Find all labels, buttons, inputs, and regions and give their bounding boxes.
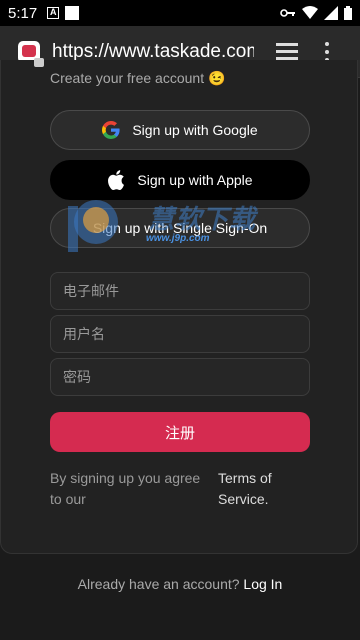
- battery-icon: [344, 6, 352, 20]
- apple-signup-button[interactable]: Sign up with Apple: [50, 160, 310, 200]
- login-prompt: Already have an account? Log In: [0, 576, 360, 592]
- overflow-menu-icon[interactable]: [324, 41, 330, 62]
- password-placeholder: 密码: [63, 369, 91, 385]
- wifi-icon: [302, 6, 318, 19]
- watermark-domain: www.j9p.com: [146, 233, 210, 244]
- register-button[interactable]: 注册: [50, 412, 310, 452]
- notification-square-icon: [65, 6, 80, 20]
- signup-subtitle: Create your free account 😉: [50, 70, 226, 86]
- username-field[interactable]: 用户名: [50, 315, 310, 353]
- status-bar: 5:17 A: [0, 0, 360, 26]
- google-signup-label: Sign up with Google: [132, 122, 258, 138]
- watermark-text: 慧软下载: [148, 204, 257, 234]
- google-signup-button[interactable]: Sign up with Google: [50, 110, 310, 150]
- login-link[interactable]: Log In: [243, 576, 282, 592]
- password-field[interactable]: 密码: [50, 358, 310, 396]
- notification-a-icon: A: [47, 7, 60, 19]
- email-field[interactable]: 电子邮件: [50, 272, 310, 310]
- cellular-icon: [324, 6, 338, 20]
- login-prompt-text: Already have an account?: [77, 576, 240, 592]
- username-placeholder: 用户名: [63, 326, 105, 342]
- terms-agreement-text: By signing up you agree to our: [50, 470, 201, 507]
- google-icon: [102, 121, 120, 139]
- terms-of-service-link[interactable]: Terms of Service.: [218, 468, 308, 510]
- lock-icon: [34, 57, 44, 67]
- email-placeholder: 电子邮件: [63, 283, 119, 299]
- tabs-icon[interactable]: [276, 42, 298, 61]
- apple-icon: [107, 170, 125, 190]
- apple-signup-label: Sign up with Apple: [137, 172, 253, 188]
- status-time: 5:17: [8, 4, 38, 22]
- key-icon: [280, 9, 295, 17]
- status-icons: [280, 6, 352, 20]
- page-bottom: [0, 634, 360, 640]
